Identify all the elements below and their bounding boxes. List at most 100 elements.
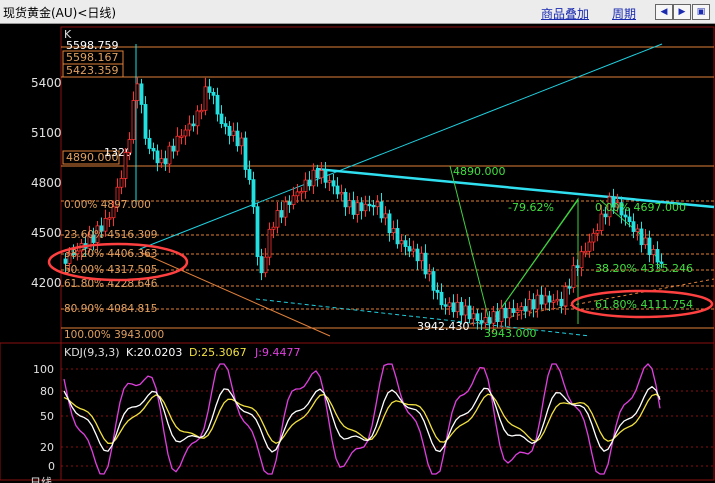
wave-label-top: 4890.000: [453, 165, 506, 178]
candle-body: [543, 295, 548, 305]
candle-body: [171, 145, 176, 152]
y-tick-label: 5100: [31, 126, 62, 140]
candle-body: [207, 86, 212, 93]
candle-body: [279, 210, 284, 218]
overlay-menu-link[interactable]: 商品叠加: [541, 5, 589, 22]
main-y-axis: 5400 5100 4800 4500 4200: [31, 76, 62, 290]
kdj-y-axis: 100 80 50 20 0: [33, 363, 55, 473]
candle-body: [579, 251, 584, 269]
fib-price: 4111.754: [640, 298, 693, 311]
candle-body: [411, 248, 416, 252]
candle-body: [287, 201, 292, 205]
fib-price: 4317.505: [107, 264, 157, 276]
candle-body: [303, 179, 308, 192]
chart-area[interactable]: 5400 5100 4800 4500 4200 K 5598.759 5598…: [0, 24, 715, 483]
candle-body: [467, 305, 472, 320]
candle-body: [567, 286, 572, 289]
candle-body: [151, 148, 156, 152]
period-menu-link[interactable]: 周期: [612, 5, 636, 22]
candle-body: [275, 210, 280, 228]
candle-body: [367, 203, 372, 207]
candle-body: [123, 152, 128, 179]
price-tag: 5423.359: [66, 64, 119, 77]
candle-body: [599, 213, 604, 231]
candle-body: [203, 86, 208, 111]
candle-body: [371, 204, 376, 208]
candle-body: [399, 240, 404, 245]
candle-body: [639, 228, 644, 246]
candle-body: [271, 226, 276, 230]
candle-body: [415, 248, 420, 262]
candle-body: [191, 123, 196, 127]
expand-button[interactable]: ▣: [692, 4, 710, 20]
candle-body: [159, 158, 164, 164]
svg-text:100.00% 3943.000: 100.00% 3943.000: [64, 329, 164, 341]
candle-body: [487, 317, 492, 324]
fib-price: 4897.000: [101, 199, 151, 211]
svg-text:38.20% 4335.246: 38.20% 4335.246: [595, 262, 693, 275]
fib-pct: 0.00%: [595, 201, 630, 214]
candle-body: [315, 169, 320, 179]
candle-body: [447, 302, 452, 307]
kdj-y-tick: 100: [33, 363, 54, 376]
kdj-k-value: K:20.0203: [126, 346, 182, 359]
fib-price: 4516.309: [107, 229, 157, 241]
kdj-panel-frame: [0, 342, 715, 481]
wave-label-pct: -79.62%: [508, 201, 554, 214]
candle-body: [387, 213, 392, 234]
candle-body: [127, 139, 132, 153]
prev-button[interactable]: ◀: [655, 4, 673, 20]
candle-body: [627, 216, 632, 223]
candle-body: [651, 249, 656, 256]
candle-body: [635, 228, 640, 232]
y-tick-label: 4200: [31, 276, 62, 290]
candle-body: [407, 246, 412, 252]
candle-body: [375, 201, 380, 208]
candle-body: [163, 158, 168, 165]
fib-price: 3943.000: [114, 329, 164, 341]
fib-pct: 38.20%: [595, 262, 637, 275]
candle-body: [147, 137, 152, 149]
candle-body: [451, 302, 456, 313]
candle-body: [175, 135, 180, 152]
candle-body: [327, 180, 332, 183]
candle-body: [479, 320, 484, 324]
candle-body: [107, 217, 112, 220]
candle-body: [139, 83, 144, 105]
candle-body: [255, 206, 260, 257]
fib-pct: 61.80%: [595, 298, 637, 311]
kdj-y-tick: 50: [40, 410, 54, 423]
fib-price: 4084.815: [107, 303, 157, 315]
candle-body: [539, 294, 544, 305]
candle-body: [603, 213, 608, 218]
next-button[interactable]: ▶: [673, 4, 691, 20]
kdj-title: KDJ(9,3,3): [64, 346, 120, 359]
candle-body: [299, 191, 304, 194]
candle-body: [475, 313, 480, 321]
candle-body: [623, 214, 628, 218]
candle-body: [143, 104, 148, 139]
fib-price: 4335.246: [640, 262, 693, 275]
y-tick-label: 4500: [31, 226, 62, 240]
window-titlebar: 现货黄金(AU)<日线) 商品叠加 周期 ◀ ▶ ▣: [0, 0, 715, 24]
kdj-d-value: D:25.3067: [189, 346, 247, 359]
candle-body: [155, 150, 160, 164]
candle-body: [119, 177, 124, 188]
candle-body: [527, 299, 532, 312]
candle-body: [379, 201, 384, 219]
candle-body: [655, 249, 660, 263]
kdj-header: KDJ(9,3,3) K:20.0203 D:25.3067 J:9.4477: [64, 346, 300, 359]
candle-body: [355, 202, 360, 215]
candle-body: [383, 213, 388, 219]
candle-body: [363, 203, 368, 212]
candle-body: [439, 291, 444, 306]
candle-body: [591, 232, 596, 243]
candle-body: [507, 308, 512, 319]
candle-body: [295, 191, 300, 197]
candle-body: [455, 301, 460, 313]
candle-body: [463, 305, 468, 316]
candle-body: [283, 201, 288, 218]
candle-body: [523, 306, 528, 312]
svg-text:38.20% 4406.363: 38.20% 4406.363: [64, 248, 158, 260]
svg-text:80.90% 4084.815: 80.90% 4084.815: [64, 303, 158, 315]
